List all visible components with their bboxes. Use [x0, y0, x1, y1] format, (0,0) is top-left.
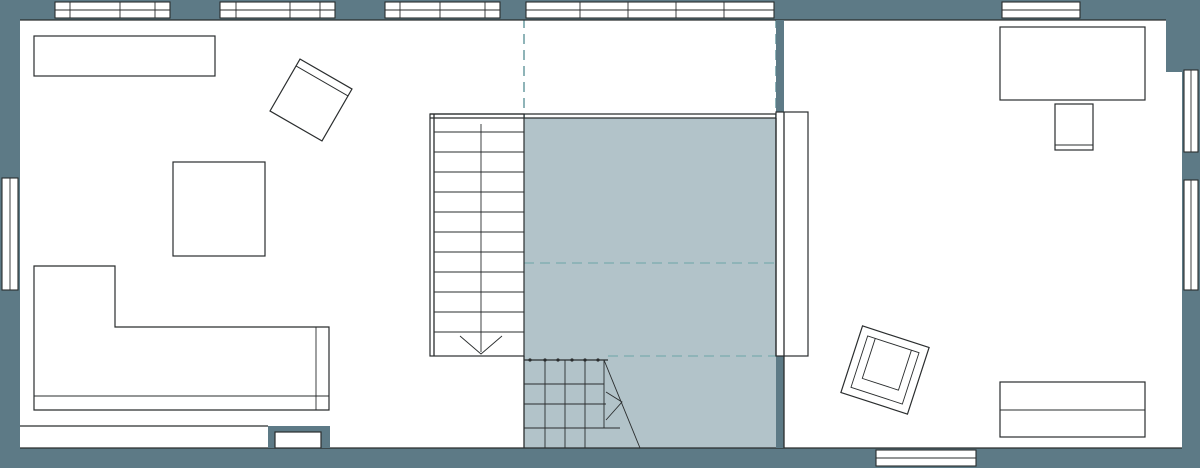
floor-plan [0, 0, 1200, 468]
coffee-table [172, 161, 266, 257]
armchair-right [840, 325, 930, 415]
armchair-left [269, 58, 353, 142]
bench [999, 381, 1146, 438]
stool [1054, 103, 1094, 151]
interior-wall [775, 20, 809, 448]
sofa [33, 265, 330, 411]
shelf [33, 35, 216, 77]
desk [999, 26, 1146, 101]
radiator [20, 425, 330, 449]
stair-void [524, 118, 776, 448]
